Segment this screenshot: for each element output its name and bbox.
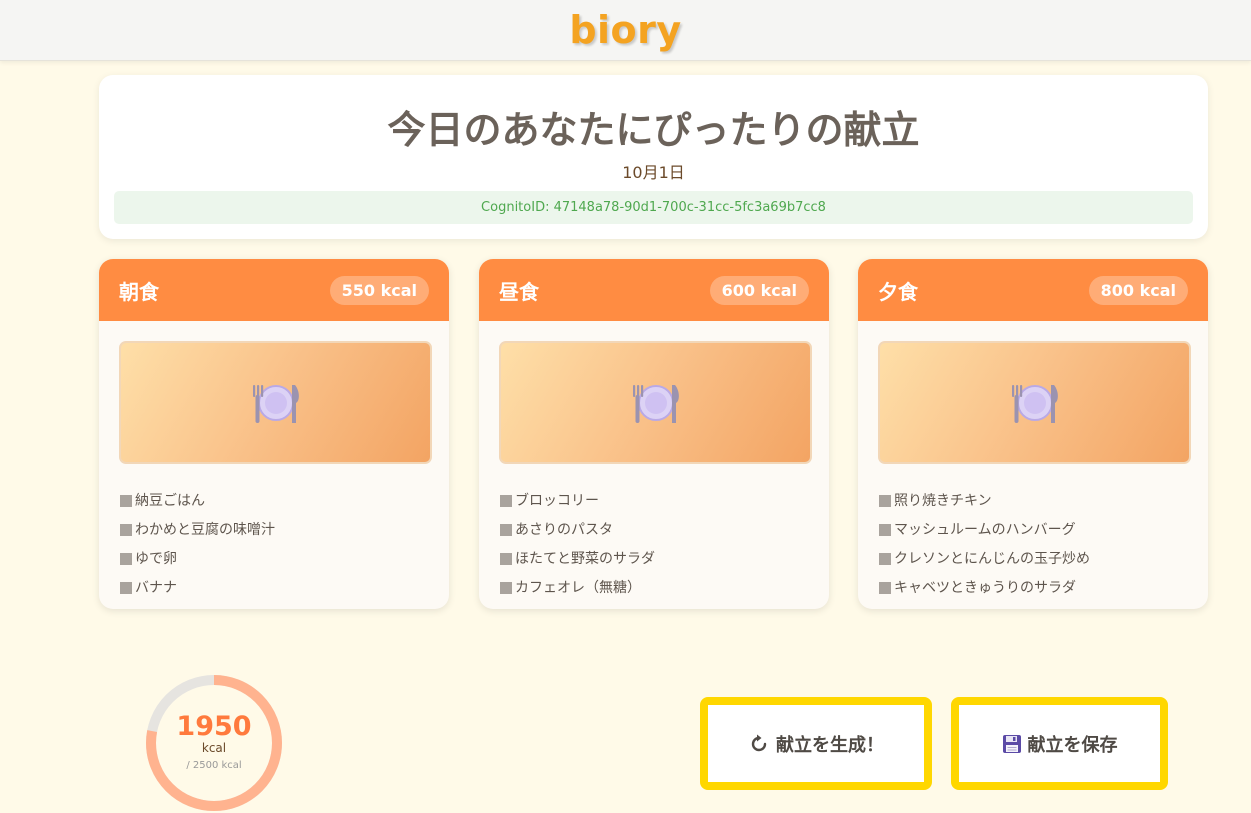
meal-name: 朝食: [119, 279, 159, 304]
top-bar: biory: [0, 0, 1251, 61]
meal-image: [878, 341, 1191, 464]
total-calories: 1950: [176, 711, 252, 742]
dish-name: クレソンとにんじんの玉子炒め: [894, 551, 1090, 567]
dish-list: 照り焼きチキンマッシュルームのハンバーグ クレソンとにんじんの玉子炒め キャベツとき…: [879, 491, 1090, 607]
meal-card: 昼食 600 kcal ブロッコリー あさりのパスタほたてと野菜のサラダ カフェオレ…: [479, 259, 829, 609]
meal-name: 夕食: [878, 279, 918, 304]
dish-item: ほたてと野菜のサラダ: [500, 549, 655, 578]
bullet-square-icon: [500, 582, 512, 594]
dish-item: バナナ: [120, 578, 275, 607]
bullet-square-icon: [500, 524, 512, 536]
bullet-square-icon: [500, 495, 512, 507]
dish-list: 納豆ごはんわかめと豆腐の味噌汁 ゆで卵バナナ: [120, 491, 275, 607]
bullet-square-icon: [879, 524, 891, 536]
save-menu-label: 献立を保存: [1027, 734, 1118, 755]
dish-item: キャベツときゅうりのサラダ: [879, 578, 1090, 607]
bullet-square-icon: [120, 524, 132, 536]
bullet-square-icon: [120, 582, 132, 594]
total-calories-unit: kcal: [201, 741, 227, 755]
page-title: 今日のあなたにぴったりの献立: [387, 108, 920, 152]
cognito-id-banner: CognitoID: 47148a78-90d1-700c-31cc-5fc3a…: [114, 191, 1193, 224]
dish-name: バナナ: [135, 580, 177, 596]
dish-name: ほたてと野菜のサラダ: [515, 551, 655, 567]
meal-name: 昼食: [499, 279, 539, 304]
meal-kcal-badge: 800 kcal: [1088, 275, 1188, 305]
generate-menu-label: 献立を生成！: [776, 734, 884, 755]
dish-name: マッシュルームのハンバーグ: [894, 522, 1076, 538]
plate-icon: [252, 384, 299, 423]
meal-card-header: 夕食 800 kcal: [858, 259, 1208, 321]
bullet-square-icon: [500, 553, 512, 565]
dish-item: あさりのパスタ: [500, 520, 655, 549]
dish-name: カフェオレ（無糖）: [515, 580, 641, 596]
dish-item: 照り焼きチキン: [879, 491, 1090, 520]
calorie-goal: / 2500 kcal: [186, 760, 242, 771]
meal-image: [119, 341, 432, 464]
meal-card: 朝食 550 kcal 納豆ごはんわかめと豆腐の味噌汁 ゆで卵バナナ: [99, 259, 449, 609]
dish-name: 照り焼きチキン: [894, 493, 992, 509]
dish-item: クレソンとにんじんの玉子炒め: [879, 549, 1090, 578]
floppy-disk-icon: [1002, 734, 1022, 754]
meal-card-header: 朝食 550 kcal: [99, 259, 449, 321]
bullet-square-icon: [120, 553, 132, 565]
meal-kcal-badge: 600 kcal: [709, 275, 809, 305]
bullet-square-icon: [879, 553, 891, 565]
plate-icon: [1011, 384, 1058, 423]
meal-card: 夕食 800 kcal 照り焼きチキンマッシュルームのハンバーグ クレソンとにんじ…: [858, 259, 1208, 609]
generate-menu-button[interactable]: 献立を生成！: [700, 697, 932, 790]
dish-list: ブロッコリー あさりのパスタほたてと野菜のサラダ カフェオレ（無糖）: [500, 491, 655, 607]
header-card: 今日のあなたにぴったりの献立 10月1日 CognitoID: 47148a78…: [99, 75, 1208, 239]
dish-name: キャベツときゅうりのサラダ: [894, 580, 1076, 596]
meal-card-header: 昼食 600 kcal: [479, 259, 829, 321]
dish-item: わかめと豆腐の味噌汁: [120, 520, 275, 549]
dish-name: 納豆ごはん: [135, 493, 205, 509]
date-label: 10月1日: [622, 163, 685, 182]
meal-image: [499, 341, 812, 464]
meal-kcal-badge: 550 kcal: [329, 275, 429, 305]
bullet-square-icon: [120, 495, 132, 507]
save-menu-button[interactable]: 献立を保存: [951, 697, 1168, 790]
dish-name: わかめと豆腐の味噌汁: [135, 522, 275, 538]
refresh-icon: [748, 733, 770, 755]
app-logo[interactable]: biory: [569, 8, 681, 52]
dish-name: ゆで卵: [135, 551, 177, 567]
dish-name: あさりのパスタ: [515, 522, 613, 538]
bullet-square-icon: [879, 495, 891, 507]
dish-item: 納豆ごはん: [120, 491, 275, 520]
plate-icon: [632, 384, 679, 423]
dish-item: ブロッコリー: [500, 491, 655, 520]
bullet-square-icon: [879, 582, 891, 594]
dish-item: カフェオレ（無糖）: [500, 578, 655, 607]
dish-item: ゆで卵: [120, 549, 275, 578]
dish-name: ブロッコリー: [515, 493, 599, 509]
dish-item: マッシュルームのハンバーグ: [879, 520, 1090, 549]
